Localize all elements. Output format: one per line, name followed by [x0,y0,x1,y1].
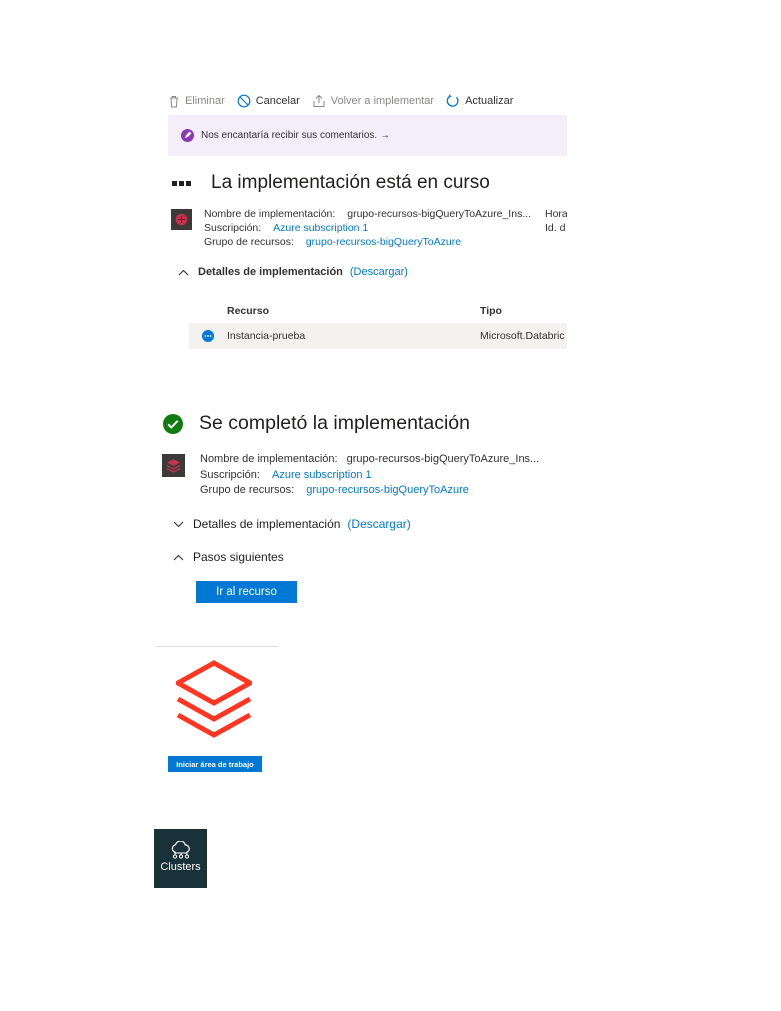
deployment-details-toggle[interactable]: Detalles de implementación (Descargar) [178,266,408,278]
command-toolbar: Eliminar Cancelar Volver a implementar A… [168,88,568,114]
deployment-details-toggle[interactable]: Detalles de implementación (Descargar) [173,517,411,531]
subscription-link[interactable]: Azure subscription 1 [273,222,368,234]
chevron-down-icon [173,521,184,527]
deployment-details-label: Detalles de implementación [198,266,343,278]
success-check-icon [163,413,183,434]
time-label: Hora [545,208,567,220]
resource-group-link[interactable]: grupo-recursos-bigQueryToAzure [306,236,461,248]
col-type: Tipo [480,304,502,317]
next-steps-toggle[interactable]: Pasos siguientes [173,550,284,564]
deployment-details-label: Detalles de implementación [193,517,341,531]
subscription-row: Suscripción: Azure subscription 1 [204,221,531,235]
chevron-up-icon [173,554,184,560]
deployment-name-label: Nombre de implementación: [200,453,338,465]
sidebar-item-clusters[interactable]: Clusters [154,829,207,888]
feedback-icon [181,129,194,142]
deployment-name-row: Nombre de implementación: grupo-recursos… [204,207,531,221]
deployment-icon [171,209,192,230]
cancel-button[interactable]: Cancelar [237,94,300,108]
in-progress-status-icon [202,330,214,342]
deployment-name-value: grupo-recursos-bigQueryToAzure_Ins... [346,453,540,465]
download-link[interactable]: (Descargar) [350,266,408,278]
cancel-icon [237,94,251,108]
subscription-link[interactable]: Azure subscription 1 [272,469,372,481]
in-progress-info: Nombre de implementación: grupo-recursos… [204,207,567,251]
subscription-row: Suscripción: Azure subscription 1 [200,468,570,484]
completed-title: Se completó la implementación [163,412,470,435]
subscription-label: Suscripción: [200,468,260,481]
clusters-cloud-icon [171,841,190,859]
subscription-label: Suscripción: [204,222,262,234]
resources-table: Recurso Tipo Instancia-prueba Microsoft.… [189,298,567,349]
table-row[interactable]: Instancia-prueba Microsoft.Databric [189,323,567,349]
in-progress-icon [172,180,193,186]
databricks-logo-icon [176,660,252,738]
chevron-up-icon [178,269,189,275]
row-resource: Instancia-prueba [227,330,306,342]
delete-label: Eliminar [185,95,225,107]
table-header: Recurso Tipo [189,298,567,323]
cancel-label: Cancelar [255,95,300,107]
col-resource: Recurso [227,304,270,317]
launch-workspace-button[interactable]: Iniciar área de trabajo [168,756,262,772]
resource-group-label: Grupo de recursos: [204,236,294,248]
clusters-label: Clusters [160,861,201,873]
resource-group-row: Grupo de recursos: grupo-recursos-bigQue… [200,483,570,498]
in-progress-title: La implementación está en curso [172,172,490,194]
feedback-text: Nos encantaría recibir sus comentarios. … [201,130,390,141]
redeploy-button[interactable]: Volver a implementar [312,94,434,108]
completed-title-text: Se completó la implementación [199,412,470,434]
download-link[interactable]: (Descargar) [347,517,410,531]
trash-icon [170,95,178,107]
refresh-button[interactable]: Actualizar [446,94,513,108]
deployment-icon [162,454,185,477]
refresh-label: Actualizar [465,95,514,107]
resource-group-link[interactable]: grupo-recursos-bigQueryToAzure [306,484,469,496]
redeploy-label: Volver a implementar [330,95,435,107]
refresh-icon [446,94,459,107]
deployment-name-row: Nombre de implementación: grupo-recursos… [200,452,570,468]
resource-group-row: Grupo de recursos: grupo-recursos-bigQue… [204,235,531,249]
id-label: Id. d [545,222,566,234]
deployment-name-label: Nombre de implementación: [204,208,336,220]
feedback-banner[interactable]: Nos encantaría recibir sus comentarios. … [168,115,567,156]
row-type: Microsoft.Databric [480,330,565,342]
resource-group-label: Grupo de recursos: [200,484,295,496]
delete-button[interactable]: Eliminar [168,95,225,108]
go-to-resource-button[interactable]: Ir al recurso [196,581,297,603]
deployment-name-value: grupo-recursos-bigQueryToAzure_Ins... [347,208,532,220]
next-steps-label: Pasos siguientes [193,550,284,564]
completed-info: Nombre de implementación: grupo-recursos… [200,452,570,498]
in-progress-title-text: La implementación está en curso [211,172,490,193]
divider [155,646,278,647]
upload-icon [313,94,325,107]
